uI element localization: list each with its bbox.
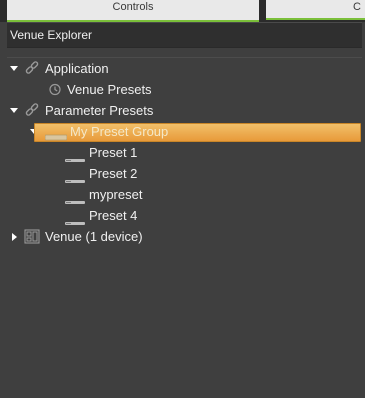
tree-item-label: Application — [45, 61, 109, 76]
tree-item-venue-presets[interactable]: Venue Presets — [7, 79, 362, 100]
venue-explorer-panel: Venue Explorer Application Venue Presets… — [7, 22, 362, 398]
expand-arrow-icon[interactable] — [9, 58, 19, 79]
tab-controls[interactable]: Controls — [7, 0, 259, 22]
tab-bar: Controls C — [0, 0, 365, 22]
tree-item-preset[interactable]: mypreset — [7, 184, 362, 205]
tab-divider[interactable] — [262, 0, 265, 22]
tree-item-venue[interactable]: Venue (1 device) — [7, 226, 362, 247]
tree-item-preset[interactable]: Preset 1 — [7, 142, 362, 163]
tree-item-label: mypreset — [89, 187, 143, 202]
preset-group-icon — [44, 127, 68, 142]
tree-item-application[interactable]: Application — [7, 58, 362, 79]
clock-icon — [47, 82, 63, 97]
preset-icon — [65, 191, 85, 206]
tree-item-parameter-presets[interactable]: Parameter Presets — [7, 100, 362, 121]
tab-second[interactable]: C — [266, 0, 365, 20]
expand-arrow-icon[interactable] — [9, 100, 19, 121]
tree-view[interactable]: Application Venue Presets Parameter Pres… — [7, 57, 362, 398]
tree-item-label: Venue Presets — [67, 82, 152, 97]
preset-icon — [65, 149, 85, 164]
tree-item-label: Venue (1 device) — [45, 229, 143, 244]
tree-item-preset[interactable]: Preset 2 — [7, 163, 362, 184]
preset-icon — [65, 170, 85, 185]
tree-item-label: Parameter Presets — [45, 103, 154, 118]
tree-item-label: My Preset Group — [70, 124, 169, 139]
tree-item-label: Preset 1 — [89, 145, 138, 160]
tree-item-preset-group[interactable]: My Preset Group — [7, 121, 362, 142]
tree-item-label: Preset 2 — [89, 166, 138, 181]
preset-icon — [65, 212, 85, 227]
tree-item-preset[interactable]: Preset 4 — [7, 205, 362, 226]
link-icon — [24, 103, 40, 118]
venue-icon — [24, 229, 40, 244]
link-icon — [24, 61, 40, 76]
panel-title: Venue Explorer — [7, 22, 362, 48]
collapse-arrow-icon[interactable] — [9, 226, 19, 247]
tree-item-label: Preset 4 — [89, 208, 138, 223]
